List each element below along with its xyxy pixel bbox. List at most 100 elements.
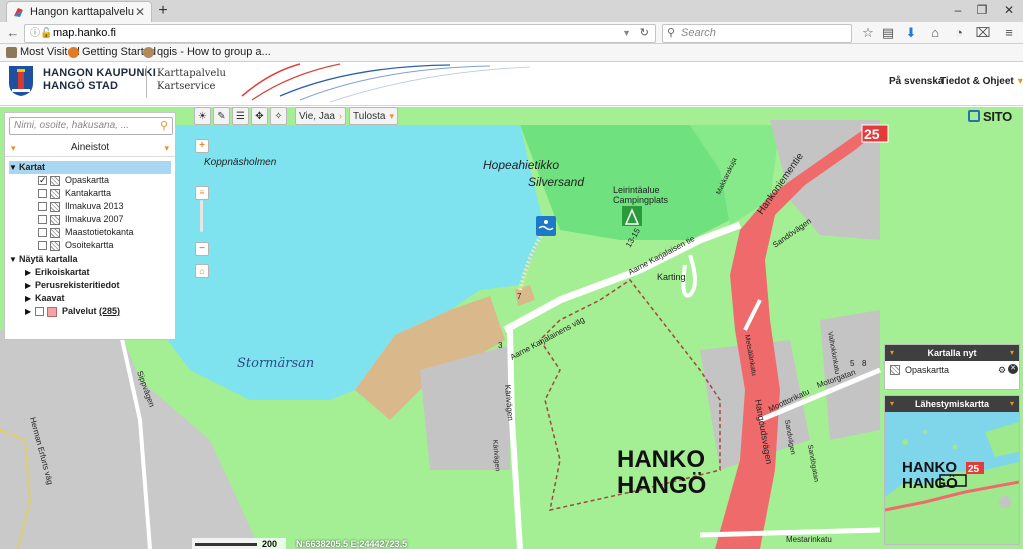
layer-row[interactable]: Maastotietokanta bbox=[38, 226, 134, 239]
print-label: Tulosta bbox=[353, 110, 386, 122]
menu-icon[interactable]: ≡ bbox=[1001, 25, 1017, 41]
map-label-hanko: HANKO bbox=[617, 446, 705, 473]
map-label-stormarsan: Stormärsan bbox=[237, 356, 314, 371]
group-nayta-label: Näytä kartalla bbox=[19, 254, 78, 264]
sito-mark-icon bbox=[968, 110, 980, 122]
language-link[interactable]: På svenska bbox=[889, 76, 944, 87]
chevron-down-icon[interactable]: ▾ bbox=[890, 396, 894, 412]
group-kartat[interactable]: ▼ Kartat bbox=[9, 161, 171, 174]
subgroup-row[interactable]: ▶ Perusrekisteritiedot bbox=[25, 279, 120, 292]
service-fi: Karttapalvelu bbox=[157, 68, 226, 79]
subgroup-label: Erikoiskartat bbox=[35, 267, 90, 277]
subgroup-row[interactable]: ▶ Erikoiskartat bbox=[25, 266, 90, 279]
measure-tool-button[interactable]: ✎ bbox=[213, 107, 230, 125]
services-checkbox[interactable] bbox=[35, 307, 44, 316]
collapse-triangle-icon[interactable]: ▼ bbox=[9, 253, 19, 266]
expand-triangle-icon[interactable]: ▶ bbox=[25, 292, 35, 305]
layer-icon bbox=[50, 188, 60, 199]
download-icon[interactable]: ⬇ bbox=[903, 25, 919, 41]
layer-label: Maastotietokanta bbox=[65, 227, 134, 237]
layer-row[interactable]: Ilmakuva 2013 bbox=[38, 200, 124, 213]
site-favicon-icon bbox=[13, 7, 24, 18]
zoom-slider-track[interactable] bbox=[200, 200, 203, 232]
back-icon[interactable]: ← bbox=[5, 25, 21, 41]
info-menu[interactable]: Tiedot & Ohjeet ▾ bbox=[940, 76, 1023, 87]
datasets-header[interactable]: ▾ Aineistot ▾ bbox=[5, 139, 175, 157]
expand-triangle-icon[interactable]: ▶ bbox=[25, 305, 35, 318]
current-layers-header[interactable]: ▾ Kartalla nyt ▾ bbox=[885, 345, 1019, 361]
chevron-down-icon[interactable]: ▾ bbox=[1010, 396, 1014, 412]
municipality-name: HANGON KAUPUNKI HANGÖ STAD bbox=[43, 67, 156, 93]
pocket-icon[interactable]: ◔ bbox=[951, 25, 967, 41]
chevron-down-icon: ▾ bbox=[389, 110, 394, 121]
bookmark-qgis[interactable]: qgis - How to group a... bbox=[143, 46, 271, 58]
layer-settings-icon[interactable]: ⚙ bbox=[998, 365, 1006, 376]
layer-row[interactable]: Osoitekartta bbox=[38, 239, 114, 252]
group-nayta[interactable]: ▼ Näytä kartalla bbox=[9, 253, 78, 266]
screenshot-icon[interactable]: ⌧ bbox=[975, 25, 991, 41]
print-button[interactable]: Tulosta ▾ bbox=[349, 107, 398, 125]
bookmark-star-icon[interactable]: ☆ bbox=[860, 25, 876, 41]
expand-triangle-icon[interactable]: ▶ bbox=[25, 279, 35, 292]
url-bar[interactable]: ⓘ 🔓 map.hanko.fi ▼ ↻ bbox=[24, 24, 656, 43]
scale-label: 200 m bbox=[262, 539, 278, 549]
expand-triangle-icon[interactable]: ▶ bbox=[25, 266, 35, 279]
tab-close-icon[interactable]: ✕ bbox=[135, 5, 145, 19]
chevron-down-icon[interactable]: ▾ bbox=[890, 345, 894, 361]
services-color-swatch bbox=[47, 306, 57, 317]
minimize-icon[interactable]: – bbox=[950, 3, 966, 17]
restore-icon[interactable]: ❐ bbox=[974, 3, 990, 17]
url-dropdown-icon[interactable]: ▼ bbox=[622, 25, 631, 42]
current-layers-panel: ▾ Kartalla nyt ▾ Opaskartta ⚙ ✕ bbox=[884, 344, 1020, 390]
zoom-in-button[interactable]: + bbox=[195, 139, 209, 153]
sun-tool-button[interactable]: ☀ bbox=[194, 107, 211, 125]
ruler-icon: ✎ bbox=[217, 110, 226, 122]
layer-remove-icon[interactable]: ✕ bbox=[1008, 364, 1018, 374]
browser-search-field[interactable]: ⚲ Search bbox=[662, 24, 852, 43]
info-icon[interactable]: ⓘ bbox=[30, 25, 40, 42]
pan-tool-button[interactable]: ✥ bbox=[251, 107, 268, 125]
zoom-full-extent-button[interactable]: ⌂ bbox=[195, 264, 209, 278]
browser-tab[interactable]: Hangon karttapalvelu ✕ bbox=[6, 1, 152, 22]
layer-checkbox[interactable] bbox=[38, 215, 47, 224]
layer-label: Opaskartta bbox=[65, 175, 110, 185]
map-label-num3: 3 bbox=[498, 341, 503, 350]
current-layer-row[interactable]: Opaskartta bbox=[890, 365, 949, 375]
layers-panel: Nimi, osoite, hakusana, ... ⚲ ▾ Aineisto… bbox=[4, 112, 176, 340]
place-search-input[interactable]: Nimi, osoite, hakusana, ... ⚲ bbox=[9, 117, 173, 135]
zoom-out-button[interactable]: − bbox=[195, 242, 209, 256]
reload-icon[interactable]: ↻ bbox=[640, 25, 649, 42]
services-row[interactable]: ▶ Palvelut (285) bbox=[25, 305, 120, 318]
home-icon[interactable]: ⌂ bbox=[927, 25, 943, 41]
chevron-down-icon[interactable]: ▾ bbox=[1010, 345, 1014, 361]
layer-checkbox[interactable] bbox=[38, 189, 47, 198]
legend-tool-button[interactable]: ☰ bbox=[232, 107, 249, 125]
window-close-icon[interactable]: ✕ bbox=[1001, 3, 1017, 17]
overview-map-header[interactable]: ▾ Lähestymiskartta ▾ bbox=[885, 396, 1019, 412]
layer-checkbox[interactable] bbox=[38, 241, 47, 250]
share-button[interactable]: Vie, Jaa › bbox=[295, 107, 346, 125]
services-count[interactable]: (285) bbox=[99, 305, 120, 318]
layer-checkbox[interactable] bbox=[38, 202, 47, 211]
sito-text: SITO bbox=[983, 108, 1012, 124]
layer-row[interactable]: Ilmakuva 2007 bbox=[38, 213, 124, 226]
compass-tool-button[interactable]: ✧ bbox=[270, 107, 287, 125]
layer-row[interactable]: Opaskartta bbox=[38, 174, 109, 187]
collapse-triangle-icon[interactable]: ▼ bbox=[9, 161, 19, 174]
layer-checkbox[interactable] bbox=[38, 174, 47, 187]
overview-hanko-label: HANKO bbox=[902, 459, 957, 476]
layer-checkbox[interactable] bbox=[38, 228, 47, 237]
layer-icon bbox=[890, 365, 900, 375]
reading-list-icon[interactable]: ▤ bbox=[880, 25, 896, 41]
zoom-handle[interactable]: ≡ bbox=[195, 186, 209, 200]
share-label: Vie, Jaa bbox=[299, 110, 335, 122]
search-icon[interactable]: ⚲ bbox=[160, 118, 168, 134]
overview-map[interactable]: 25 HANKO HANGÖ bbox=[885, 412, 1019, 544]
layer-row[interactable]: Kantakartta bbox=[38, 187, 111, 200]
new-tab-icon[interactable]: + bbox=[155, 2, 171, 20]
browser-search-placeholder: Search bbox=[681, 27, 716, 39]
layer-label: Osoitekartta bbox=[65, 240, 114, 250]
subgroup-row[interactable]: ▶ Kaavat bbox=[25, 292, 65, 305]
layer-icon bbox=[50, 201, 60, 212]
firefox-icon bbox=[68, 46, 79, 58]
